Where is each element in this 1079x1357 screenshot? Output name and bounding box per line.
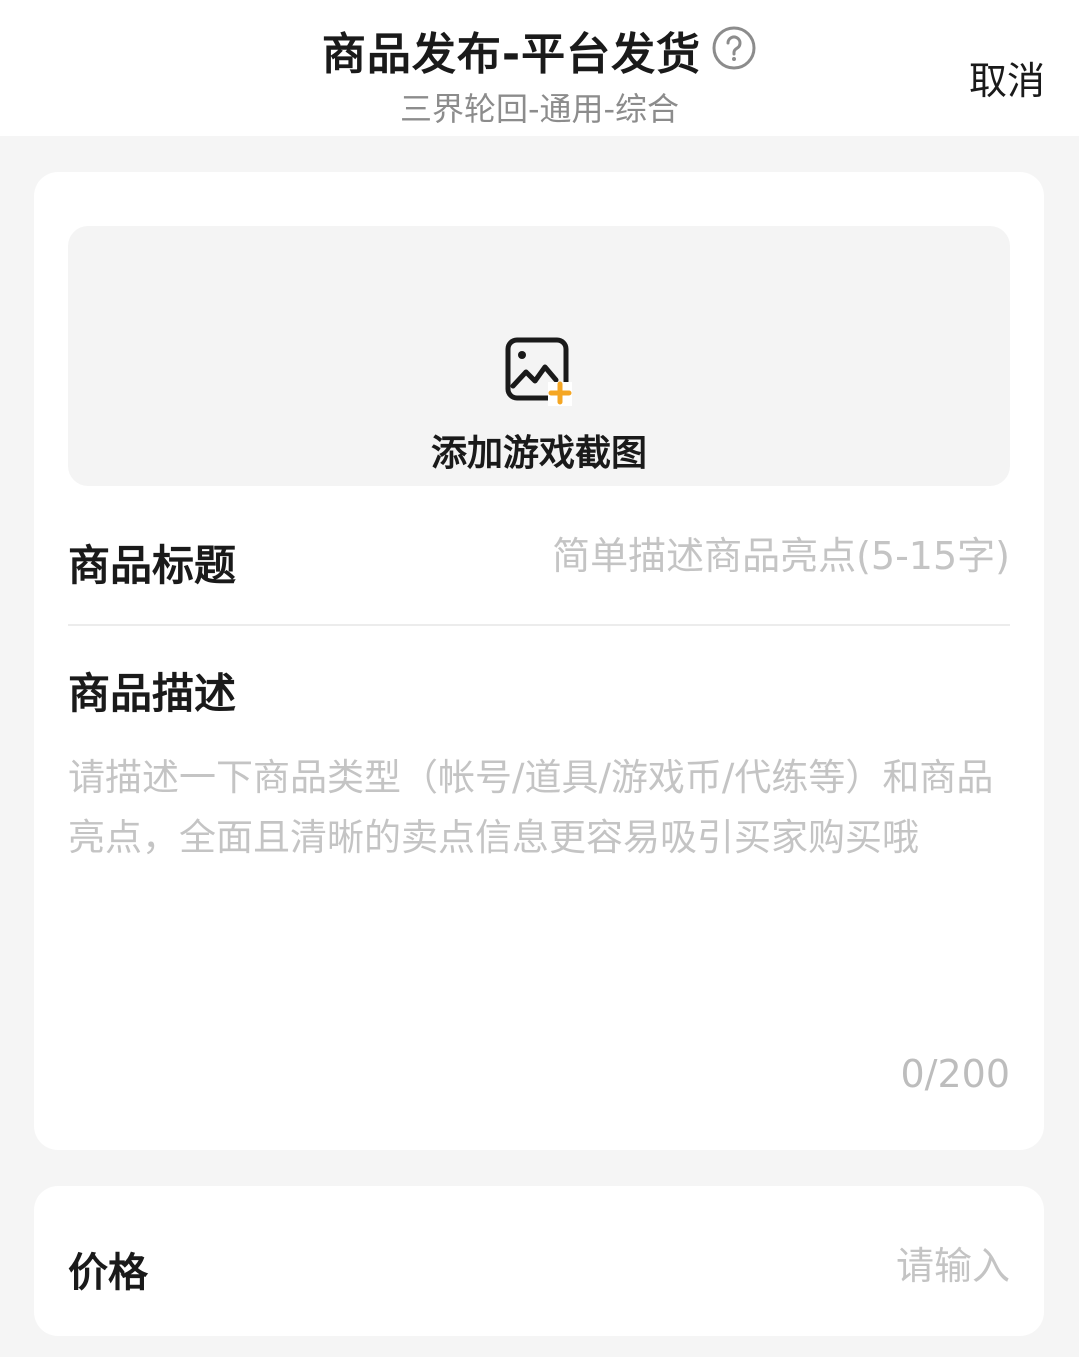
page-subtitle: 三界轮回-通用-综合 [399,90,680,128]
price-input[interactable] [610,1236,1010,1296]
title-row: 商品发布-平台发货 [0,18,1079,80]
cancel-button[interactable]: 取消 [969,50,1045,105]
product-title-row: 商品标题 [68,522,1010,602]
upload-icon-container [68,336,1010,410]
image-add-icon [505,337,572,406]
add-screenshot-button[interactable]: 添加游戏截图 [68,226,1010,486]
add-screenshot-label: 添加游戏截图 [430,433,647,474]
product-description-textarea[interactable] [68,748,1010,1018]
header: 商品发布-平台发货 三界轮回-通用-综合 取消 [0,0,1079,136]
product-title-label: 商品标题 [68,541,237,590]
price-card: 价格 [34,1186,1044,1336]
page-title: 商品发布-平台发货 [321,29,702,80]
product-description-label: 商品描述 [68,669,237,718]
description-char-counter: 0/200 [900,1052,1010,1096]
price-label: 价格 [68,1250,148,1296]
divider [68,624,1010,626]
product-info-card: 添加游戏截图 商品标题 商品描述 0/200 [34,172,1044,1150]
product-title-input[interactable] [450,526,1010,586]
question-circle-icon[interactable] [701,25,757,75]
